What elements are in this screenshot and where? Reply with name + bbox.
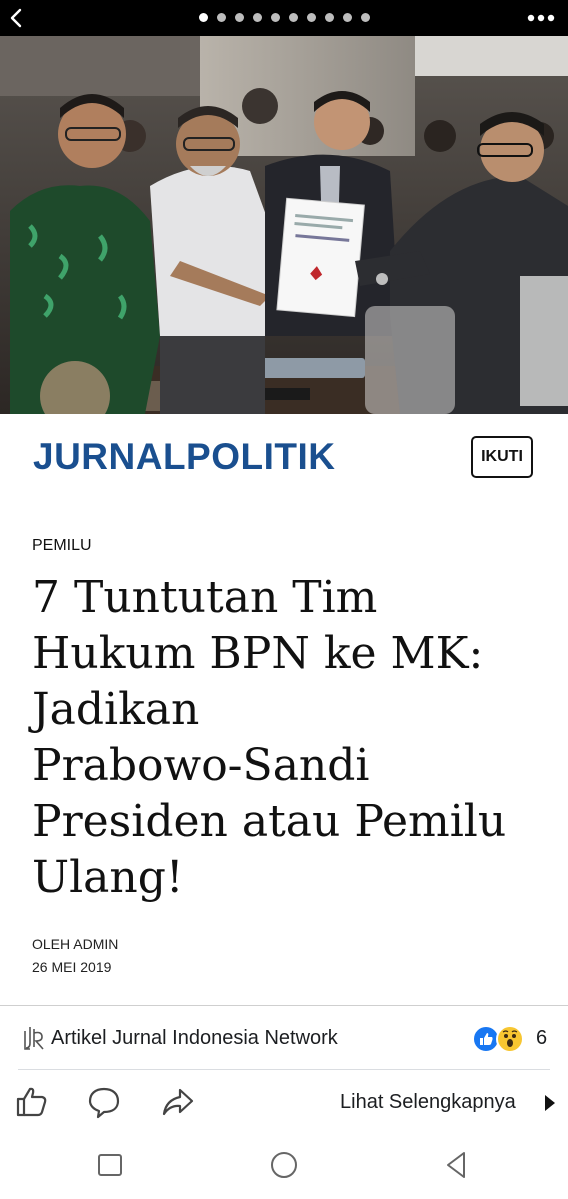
reaction-count[interactable]: 6 bbox=[536, 1027, 547, 1050]
page-dot[interactable] bbox=[253, 13, 262, 22]
action-row: Lihat Selengkapnya bbox=[0, 1078, 568, 1126]
page-dot[interactable] bbox=[325, 13, 334, 22]
page-dot[interactable] bbox=[217, 13, 226, 22]
article-title[interactable]: 7 Tuntutan Tim Hukum BPN ke MK: Jadikan … bbox=[32, 570, 542, 906]
back-chevron-icon[interactable] bbox=[6, 6, 28, 30]
page-dot[interactable] bbox=[235, 13, 244, 22]
wow-reaction-icon bbox=[496, 1025, 524, 1053]
page-dot[interactable] bbox=[361, 13, 370, 22]
recent-apps-icon[interactable] bbox=[94, 1149, 126, 1181]
page-dot[interactable] bbox=[289, 13, 298, 22]
more-options-icon[interactable] bbox=[524, 6, 558, 30]
comment-icon[interactable] bbox=[86, 1084, 122, 1120]
like-icon[interactable] bbox=[14, 1084, 50, 1120]
see-more-link[interactable]: Lihat Selengkapnya bbox=[340, 1091, 516, 1114]
title-line: Prabowo-Sandi bbox=[32, 740, 370, 791]
hero-photo[interactable] bbox=[0, 36, 568, 414]
system-nav-bar bbox=[0, 1135, 568, 1199]
publisher-name[interactable]: JURNALPOLITIK bbox=[33, 436, 336, 478]
page-dot[interactable] bbox=[199, 13, 208, 22]
instant-article-icon bbox=[24, 1027, 44, 1050]
network-row: Artikel Jurnal Indonesia Network 6 bbox=[0, 1016, 568, 1062]
article-date: 26 MEI 2019 bbox=[32, 959, 112, 975]
hero-illustration bbox=[0, 36, 568, 414]
follow-button[interactable]: IKUTI bbox=[471, 436, 533, 478]
network-label[interactable]: Artikel Jurnal Indonesia Network bbox=[51, 1027, 338, 1050]
caret-right-icon[interactable] bbox=[544, 1093, 556, 1113]
divider bbox=[18, 1069, 550, 1070]
title-line: Jadikan bbox=[32, 684, 200, 735]
title-line: Hukum BPN ke MK: bbox=[32, 628, 484, 679]
article-author: OLEH ADMIN bbox=[32, 936, 119, 952]
article-category[interactable]: PEMILU bbox=[32, 537, 92, 555]
title-line: 7 Tuntutan Tim bbox=[32, 572, 378, 623]
page-dot[interactable] bbox=[307, 13, 316, 22]
back-triangle-icon[interactable] bbox=[440, 1149, 472, 1181]
divider bbox=[0, 1005, 568, 1006]
page-dot[interactable] bbox=[271, 13, 280, 22]
page-dot[interactable] bbox=[343, 13, 352, 22]
title-line: Ulang! bbox=[32, 852, 184, 903]
title-line: Presiden atau Pemilu bbox=[32, 796, 507, 847]
top-bar bbox=[0, 0, 568, 36]
share-icon[interactable] bbox=[160, 1084, 196, 1120]
page-indicator bbox=[199, 13, 379, 23]
home-icon[interactable] bbox=[268, 1149, 300, 1181]
